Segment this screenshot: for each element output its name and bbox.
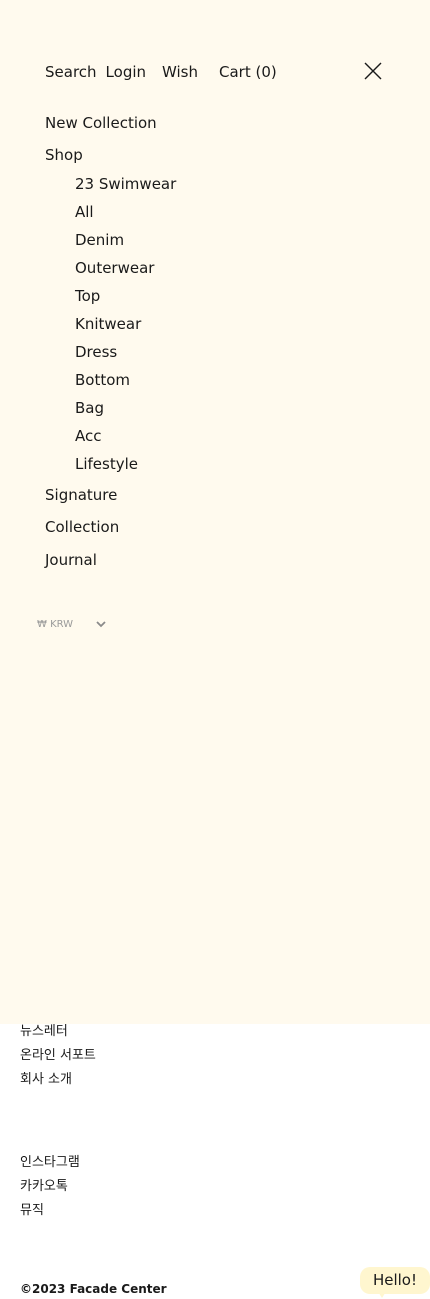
nav-shop-acc[interactable]: Acc [75,425,176,453]
login-link[interactable]: Login [106,63,146,81]
close-icon [364,62,382,80]
nav-shop-outerwear[interactable]: Outerwear [75,257,176,285]
nav-new-collection[interactable]: New Collection [45,112,157,134]
nav-shop-knitwear[interactable]: Knitwear [75,313,176,341]
nav-shop-dress[interactable]: Dress [75,341,176,369]
wish-link[interactable]: Wish [162,63,198,81]
nav-shop-23-swimwear[interactable]: 23 Swimwear [75,173,176,201]
currency-value: ₩ KRW [37,618,74,630]
currency-select[interactable]: ₩ KRW [37,618,107,630]
nav-collection[interactable]: Collection [45,516,119,538]
nav-shop-bag[interactable]: Bag [75,397,176,425]
nav-shop[interactable]: Shop [45,144,83,166]
shop-submenu: 23 Swimwear All Denim Outerwear Top Knit… [75,173,176,481]
footer-link-instagram[interactable]: 인스타그램 [20,1151,80,1175]
nav-shop-top[interactable]: Top [75,285,176,313]
close-menu-button[interactable] [363,61,383,81]
footer-link-online-support[interactable]: 온라인 서포트 [20,1044,96,1068]
nav-signature[interactable]: Signature [45,484,117,506]
footer-link-newsletter[interactable]: 뉴스레터 [20,1020,96,1044]
copyright: ©2023 Facade Center [20,1282,167,1296]
nav-shop-denim[interactable]: Denim [75,229,176,257]
chat-bubble-tail [377,1290,387,1298]
cart-link[interactable]: Cart (0) [219,63,277,81]
nav-shop-lifestyle[interactable]: Lifestyle [75,453,176,481]
nav-shop-bottom[interactable]: Bottom [75,369,176,397]
footer-social-links: 인스타그램 카카오톡 뮤직 [20,1151,80,1223]
nav-journal[interactable]: Journal [45,549,97,571]
chat-bubble-button[interactable]: Hello! [360,1267,430,1294]
search-link[interactable]: Search [45,63,97,81]
chevron-down-icon [96,621,106,628]
footer-link-music[interactable]: 뮤직 [20,1199,80,1223]
menu-panel: Search Login Wish Cart (0) New Collectio… [0,0,430,1024]
footer-link-kakaotalk[interactable]: 카카오톡 [20,1175,80,1199]
footer-info-links: 뉴스레터 온라인 서포트 회사 소개 [20,1020,96,1092]
nav-shop-all[interactable]: All [75,201,176,229]
footer-link-about[interactable]: 회사 소개 [20,1068,96,1092]
utility-bar: Search Login Wish Cart (0) [45,61,277,83]
